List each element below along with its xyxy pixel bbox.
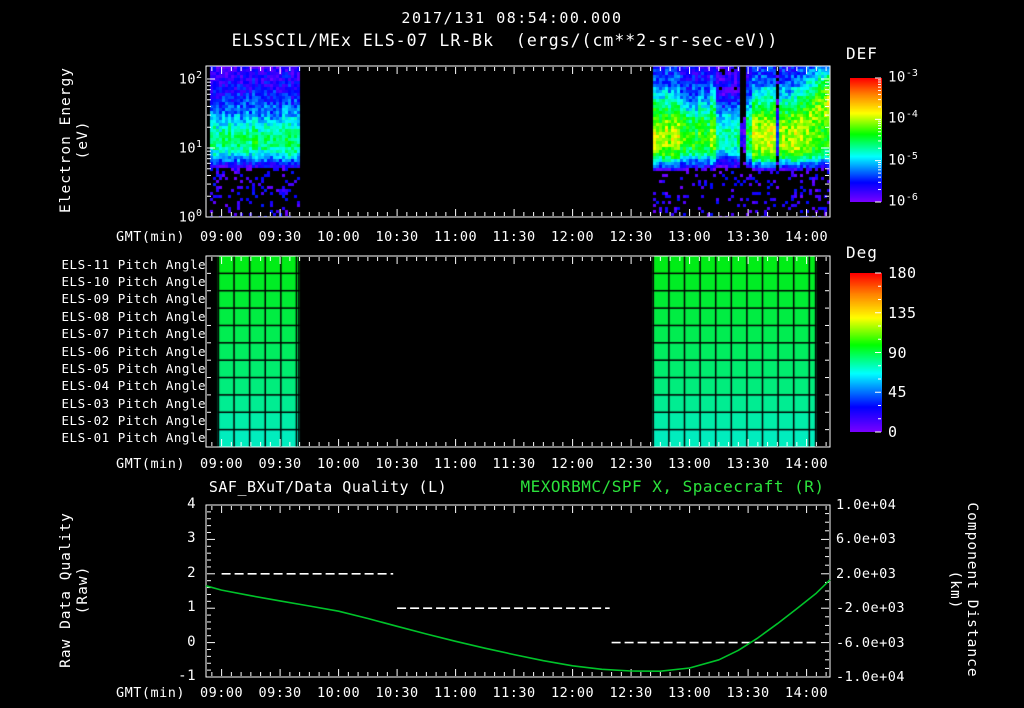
quality-ytick-label: -1	[178, 668, 196, 684]
bottom-title-left: SAF_BXuT/Data Quality (L)	[208, 478, 448, 496]
pitch-row-label: ELS-11 Pitch Angle	[61, 256, 206, 272]
quality-ytick-label: 1	[187, 599, 196, 616]
distance-ytick-label: -1.0e+04	[836, 669, 906, 685]
x-tick-label: 13:00	[668, 685, 712, 701]
def-tick-label: 10-6	[888, 192, 918, 210]
x-tick-label: 13:30	[726, 685, 770, 701]
x-tick-label: 12:00	[551, 229, 595, 245]
x-tick-label: 13:00	[668, 456, 712, 472]
x-tick-label: 12:30	[609, 229, 653, 245]
quality-ytick-label: 3	[187, 530, 196, 547]
gmt-axis-label: GMT(min)	[115, 229, 185, 245]
energy-ytick-label: 100	[178, 208, 202, 226]
deg-tick-label: 135	[888, 303, 917, 322]
x-tick-label: 13:30	[726, 456, 770, 472]
page-datetime: 2017/131 08:54:00.000	[401, 9, 623, 27]
x-tick-label: 12:30	[609, 685, 653, 701]
x-tick-label: 09:30	[258, 685, 302, 701]
x-tick-label: 14:00	[785, 685, 829, 701]
x-tick-label: 09:30	[258, 456, 302, 472]
deg-tick-label: 90	[888, 343, 908, 362]
electron-energy-spectrogram	[206, 66, 830, 217]
x-tick-label: 11:00	[434, 229, 478, 245]
quality-ytick-label: 4	[187, 496, 196, 512]
def-tick-label: 10-3	[888, 68, 918, 86]
gmt-axis-label: GMT(min)	[115, 685, 185, 701]
energy-ytick-label: 101	[178, 139, 202, 157]
x-tick-label: 11:30	[492, 456, 536, 472]
def-tick-label: 10-5	[888, 150, 918, 169]
quality-ytick-label: 2	[187, 564, 196, 581]
x-tick-label: 09:00	[200, 229, 244, 245]
pitch-row-label: ELS-01 Pitch Angle	[61, 430, 206, 446]
bottom-title-right: MEXORBMC/SPF X, Spacecraft (R)	[520, 477, 825, 496]
energy-ytick-label: 102	[178, 70, 202, 88]
deg-tick-label: 0	[888, 423, 898, 441]
x-tick-label: 12:00	[551, 685, 595, 701]
x-tick-label: 11:00	[434, 685, 478, 701]
pitch-row-label: ELS-08 Pitch Angle	[61, 308, 206, 324]
def-tick-label: 10-4	[888, 109, 918, 127]
distance-ytick-label: -2.0e+03	[836, 600, 906, 617]
x-tick-label: 09:00	[200, 685, 244, 701]
energy-axis-label: Electron Energy (eV)	[58, 67, 91, 213]
deg-colorbar-title: Deg	[846, 243, 878, 262]
x-tick-label: 09:00	[200, 456, 244, 472]
x-tick-label: 13:00	[668, 229, 712, 245]
quality-ytick-label: 0	[187, 633, 196, 650]
x-tick-label: 11:00	[434, 456, 478, 472]
x-tick-label: 10:00	[317, 229, 361, 245]
pitch-row-label: ELS-10 Pitch Angle	[61, 274, 206, 290]
x-tick-label: 10:30	[375, 229, 419, 245]
science-plot-screen: 2017/131 08:54:00.000 ELSSCIL/MEx ELS-07…	[0, 0, 1024, 708]
def-colorbar	[850, 78, 882, 202]
x-tick-label: 13:30	[726, 229, 770, 245]
pitch-row-label: ELS-07 Pitch Angle	[61, 326, 206, 342]
deg-colorbar	[850, 273, 882, 432]
pitch-row-label: ELS-03 Pitch Angle	[61, 395, 206, 411]
component-distance-axis-label: Component Distance (km)	[947, 502, 980, 678]
distance-ytick-label: 6.0e+03	[836, 531, 897, 548]
raw-quality-axis-label: Raw Data Quality (Raw)	[58, 512, 91, 668]
x-tick-label: 14:00	[785, 456, 829, 472]
pitch-row-label: ELS-02 Pitch Angle	[61, 412, 206, 428]
x-tick-label: 14:00	[785, 229, 829, 245]
x-tick-label: 09:30	[258, 229, 302, 245]
deg-tick-label: 45	[888, 383, 908, 402]
pitch-angle-heatmap	[206, 256, 830, 447]
distance-ytick-label: -6.0e+03	[836, 634, 906, 651]
pitch-row-label: ELS-09 Pitch Angle	[61, 291, 206, 307]
pitch-row-label: ELS-04 Pitch Angle	[61, 378, 206, 394]
def-colorbar-title: DEF	[846, 44, 878, 63]
x-tick-label: 10:00	[317, 456, 361, 472]
distance-ytick-label: 2.0e+03	[836, 565, 897, 582]
pitch-row-label: ELS-05 Pitch Angle	[61, 360, 206, 376]
x-tick-label: 10:30	[375, 456, 419, 472]
x-tick-label: 12:00	[551, 456, 595, 472]
distance-ytick-label: 1.0e+04	[836, 497, 897, 513]
x-tick-label: 11:30	[492, 685, 536, 701]
deg-tick-label: 180	[888, 264, 917, 282]
gmt-axis-label: GMT(min)	[115, 456, 185, 472]
pitch-row-label: ELS-06 Pitch Angle	[61, 343, 206, 359]
x-tick-label: 11:30	[492, 229, 536, 245]
x-tick-label: 10:30	[375, 685, 419, 701]
x-tick-label: 10:00	[317, 685, 361, 701]
x-tick-label: 12:30	[609, 456, 653, 472]
